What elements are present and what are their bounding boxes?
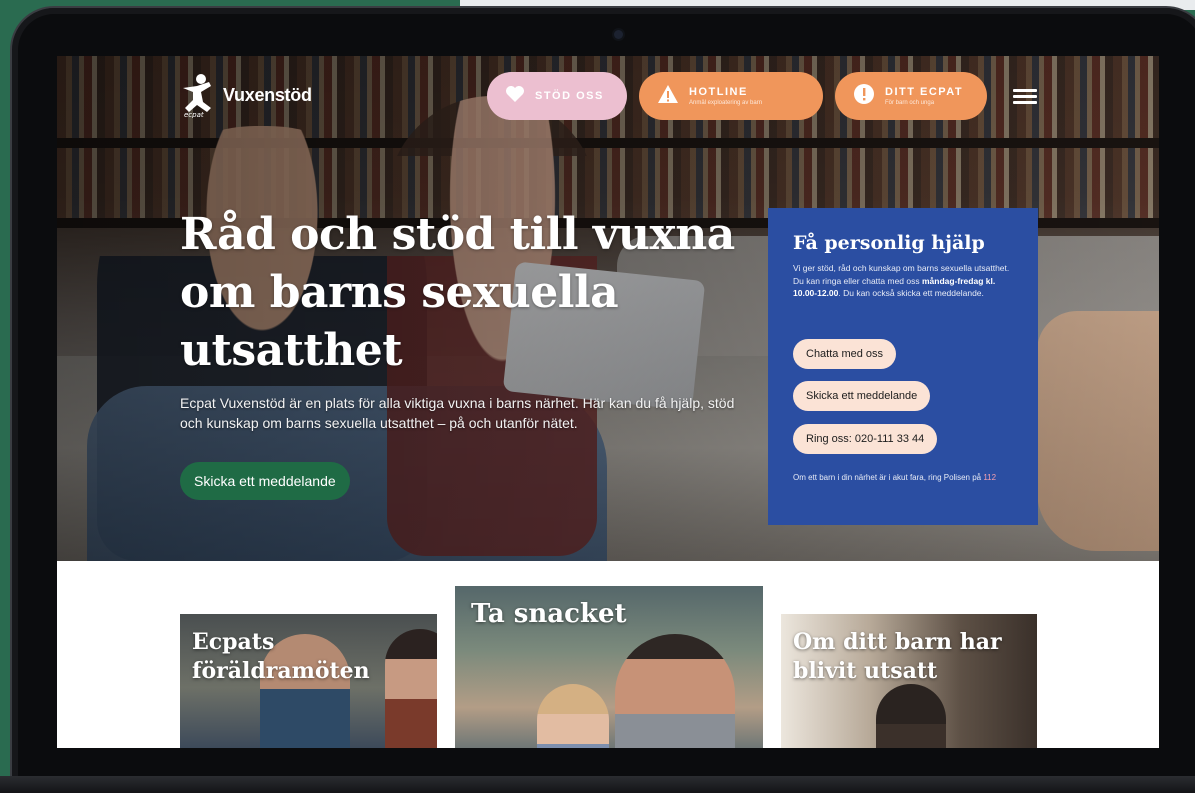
support-button[interactable]: STÖD OSS bbox=[487, 72, 627, 120]
support-label: STÖD OSS bbox=[535, 90, 604, 102]
logo-text: Vuxenstöd bbox=[223, 84, 312, 105]
card-title: Ecpats föräldramöten bbox=[192, 629, 370, 684]
ditt-ecpat-sublabel: För barn och unga bbox=[885, 100, 935, 106]
hero-lead: Ecpat Vuxenstöd är en plats för alla vik… bbox=[180, 395, 735, 431]
warning-icon bbox=[657, 84, 679, 109]
card-ta-snacket[interactable]: Ta snacket bbox=[455, 586, 763, 748]
site-logo[interactable]: ecpat Vuxenstöd bbox=[179, 72, 312, 119]
webcam bbox=[614, 30, 623, 39]
card-parent-meetings[interactable]: Ecpats föräldramöten bbox=[180, 614, 437, 748]
call-button[interactable]: Ring oss: 020-111 33 44 bbox=[793, 424, 938, 454]
alert-circle-icon bbox=[853, 83, 875, 110]
send-message-panel-button[interactable]: Skicka ett meddelande bbox=[793, 381, 931, 411]
hotline-sublabel: Anmäl exploatering av barn bbox=[689, 100, 763, 106]
ditt-ecpat-label: DITT ECPAT bbox=[885, 86, 964, 98]
ecpat-logo-icon: ecpat bbox=[179, 72, 215, 119]
ditt-ecpat-button[interactable]: DITT ECPAT För barn och unga bbox=[835, 72, 987, 120]
card-title: Om ditt barn har blivit utsatt bbox=[793, 629, 1002, 684]
browser-screen: ecpat Vuxenstöd STÖD OSS HOTLINE Anmäl e… bbox=[57, 56, 1159, 748]
chat-button[interactable]: Chatta med oss bbox=[793, 339, 897, 369]
card-child-abused[interactable]: Om ditt barn har blivit utsatt bbox=[781, 614, 1037, 748]
hero-section: ecpat Vuxenstöd STÖD OSS HOTLINE Anmäl e… bbox=[57, 56, 1159, 561]
help-text: Vi ger stöd, råd och kunskap om barns se… bbox=[793, 263, 1010, 298]
heart-icon bbox=[505, 85, 525, 108]
police-number-link[interactable]: 112 bbox=[983, 473, 996, 482]
personal-help-panel: Få personlig hjälp Vi ger stöd, råd och … bbox=[768, 208, 1038, 525]
hotline-button[interactable]: HOTLINE Anmäl exploatering av barn bbox=[639, 72, 823, 120]
svg-text:ecpat: ecpat bbox=[184, 111, 204, 118]
emergency-note: Om ett barn i din närhet är i akut fara,… bbox=[793, 473, 997, 482]
hotline-label: HOTLINE bbox=[689, 86, 748, 98]
laptop-base bbox=[0, 776, 1195, 793]
card-title: Ta snacket bbox=[471, 599, 627, 629]
hamburger-menu-icon[interactable] bbox=[1013, 89, 1037, 105]
send-message-button[interactable]: Skicka ett meddelande bbox=[180, 462, 350, 500]
help-title: Få personlig hjälp bbox=[793, 232, 985, 254]
hero-title: Råd och stöd till vuxna om barns sexuell… bbox=[180, 209, 735, 376]
